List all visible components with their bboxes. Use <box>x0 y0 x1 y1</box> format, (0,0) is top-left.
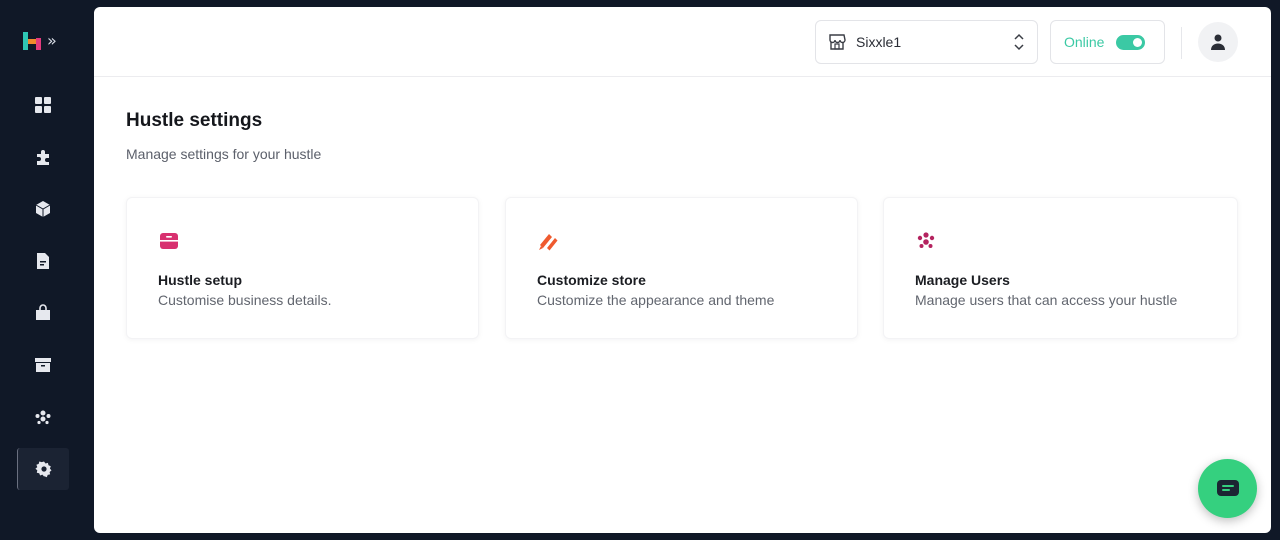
briefcase-icon <box>160 233 178 249</box>
sidebar-item-integrations[interactable] <box>17 136 69 178</box>
sidebar-item-inventory[interactable] <box>17 344 69 386</box>
sidebar-item-settings[interactable] <box>17 448 69 490</box>
store-icon <box>829 34 846 50</box>
bag-icon <box>36 304 50 320</box>
card-title: Hustle setup <box>158 272 243 288</box>
card-description: Manage users that can access your hustle <box>915 292 1178 308</box>
store-name: Sixxle1 <box>856 34 902 50</box>
logo-icon <box>23 32 41 50</box>
status-label: Online <box>1064 34 1105 50</box>
chat-button[interactable] <box>1198 459 1257 518</box>
users-icon <box>35 410 51 425</box>
chat-icon <box>1216 479 1239 496</box>
logo[interactable]: » <box>22 30 57 52</box>
card-hustle-setup[interactable]: Hustle setup Customise business details. <box>126 197 479 339</box>
sidebar-item-sales[interactable] <box>17 292 69 334</box>
toggle-knob <box>1133 37 1143 47</box>
sidebar: » <box>0 0 86 540</box>
paint-brush-icon <box>539 234 558 251</box>
card-description: Customise business details. <box>158 292 332 308</box>
puzzle-icon <box>37 150 49 165</box>
page-title: Hustle settings <box>126 110 263 131</box>
expand-sidebar-icon[interactable]: » <box>47 33 57 49</box>
card-description: Customize the appearance and theme <box>537 292 775 308</box>
toggle-switch[interactable] <box>1116 34 1146 50</box>
page-subtitle: Manage settings for your hustle <box>126 146 322 162</box>
sidebar-item-products[interactable] <box>17 188 69 230</box>
card-title: Customize store <box>537 272 646 288</box>
users-icon <box>917 232 935 248</box>
chevron-up-down-icon <box>1014 33 1024 51</box>
user-avatar[interactable] <box>1198 22 1238 62</box>
dashboard-icon <box>35 97 51 113</box>
user-icon <box>1211 34 1225 50</box>
sidebar-item-dashboard[interactable] <box>17 84 69 126</box>
card-manage-users[interactable]: Manage Users Manage users that can acces… <box>883 197 1238 339</box>
header-divider <box>1181 27 1182 59</box>
card-title: Manage Users <box>915 272 1010 288</box>
document-icon <box>37 253 49 269</box>
top-bar: Sixxle1 Online <box>94 7 1271 77</box>
main-panel: Sixxle1 Online Hustle settings Manage se… <box>94 7 1271 533</box>
archive-icon <box>35 358 51 372</box>
card-customize-store[interactable]: Customize store Customize the appearance… <box>505 197 858 339</box>
box-icon <box>35 201 51 217</box>
online-status-toggle[interactable]: Online <box>1050 20 1165 64</box>
sidebar-item-customers[interactable] <box>17 396 69 438</box>
settings-icon <box>34 461 51 478</box>
sidebar-item-orders[interactable] <box>17 240 69 282</box>
store-selector[interactable]: Sixxle1 <box>815 20 1038 64</box>
